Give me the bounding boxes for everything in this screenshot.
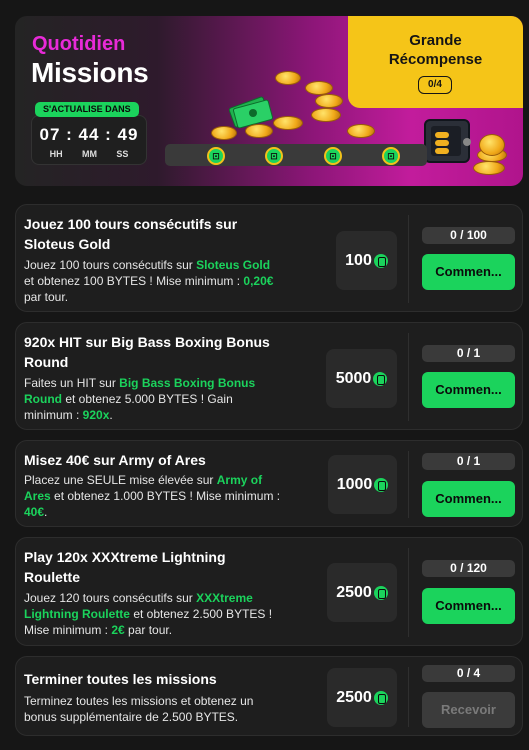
mission-title: Terminer toutes les missions	[24, 671, 217, 687]
coin-icon	[211, 126, 237, 140]
mission-description: Jouez 100 tours consécutifs sur Sloteus …	[24, 257, 282, 305]
coin-icon	[315, 94, 343, 108]
coin-icon	[305, 81, 333, 95]
mission-text: Placez une SEULE mise élevée sur	[24, 473, 217, 487]
mission-text: Terminez toutes les missions et obtenez …	[24, 694, 254, 724]
coin-icon	[479, 134, 505, 156]
mission-highlight: 0,20€	[243, 274, 274, 288]
mission-reward: 5000	[326, 349, 397, 408]
start-mission-button[interactable]: Commen...	[422, 481, 515, 517]
mission-card: Play 120x XXXtreme Lightning Roulette Jou…	[15, 537, 523, 646]
mission-reward: 100	[336, 231, 397, 290]
card-divider	[408, 548, 409, 637]
mission-text: Jouez 100 tours consécutifs sur	[24, 258, 197, 272]
countdown-units: HH MM SS	[32, 149, 146, 159]
mission-progress: 0 / 120	[422, 560, 515, 577]
bytes-coin-icon	[373, 371, 388, 386]
card-divider	[408, 451, 409, 518]
mission-text: et obtenez 1.000 BYTES ! Mise minimum :	[50, 489, 281, 503]
vault-icon	[424, 119, 471, 163]
mission-progress: 0 / 1	[422, 453, 515, 470]
mission-reward: 2500	[327, 563, 397, 622]
coin-icon	[311, 108, 341, 122]
mission-progress: 0 / 4	[422, 665, 515, 682]
grand-reward-progress: 0/4	[418, 76, 452, 94]
minutes-label: MM	[81, 149, 97, 159]
countdown-digits: 07 : 44 : 49	[39, 125, 139, 144]
reward-amount: 5000	[335, 369, 372, 387]
start-mission-button[interactable]: Commen...	[422, 254, 515, 290]
mission-card: Misez 40€ sur Army of Ares Placez une SEU…	[15, 440, 523, 527]
coin-icon	[473, 161, 505, 175]
mission-description: Placez une SEULE mise élevée sur Army of…	[24, 472, 282, 520]
mission-reward: 2500	[327, 668, 397, 727]
daily-missions-panel: Quotidien Missions S'ACTUALISE DANS 07 :…	[0, 0, 529, 750]
milestone-bytes-icon: ⊡	[207, 147, 225, 165]
mission-card: 920x HIT sur Big Bass Boxing Bonus Round…	[15, 322, 523, 430]
milestone-bytes-icon: ⊡	[265, 147, 283, 165]
mission-highlight: 920x	[82, 408, 110, 422]
mission-text: par tour.	[124, 623, 173, 637]
hours-label: HH	[49, 149, 63, 159]
banner-title-daily: Quotidien	[32, 33, 126, 55]
mission-description: Terminez toutes les missions et obtenez …	[24, 693, 282, 725]
countdown-timer: 07 : 44 : 49 HH MM SS	[31, 115, 147, 165]
mission-title: Jouez 100 tours consécutifs sur Sloteus …	[24, 216, 238, 252]
mission-text: Jouez 120 tours consécutifs sur	[24, 591, 197, 605]
mission-title: Play 120x XXXtreme Lightning Roulette	[24, 549, 226, 585]
reward-amount: 2500	[336, 688, 372, 706]
reward-amount: 100	[345, 251, 372, 269]
mission-highlight: Sloteus Gold	[196, 258, 271, 272]
mission-progress: 0 / 1	[422, 345, 515, 362]
milestone-bytes-icon: ⊡	[382, 147, 400, 165]
mission-text: et obtenez 100 BYTES ! Mise minimum :	[24, 274, 244, 288]
reward-amount: 2500	[336, 583, 372, 601]
coin-icon	[273, 116, 303, 130]
mission-progress: 0 / 100	[422, 227, 515, 244]
claim-reward-button[interactable]: Recevoir	[422, 692, 515, 728]
mission-description: Jouez 120 tours consécutifs sur XXXtreme…	[24, 590, 282, 638]
start-mission-button[interactable]: Commen...	[422, 588, 515, 624]
banner-title-missions: Missions	[31, 57, 149, 88]
seconds-label: SS	[116, 149, 129, 159]
milestone-bytes-icon: ⊡	[324, 147, 342, 165]
mission-text: Faites un HIT sur	[24, 376, 120, 390]
coin-icon	[245, 124, 273, 138]
bytes-coin-icon	[373, 690, 388, 705]
mission-text: par tour.	[24, 290, 69, 304]
mission-description: Faites un HIT sur Big Bass Boxing Bonus …	[24, 375, 282, 423]
start-mission-button[interactable]: Commen...	[422, 372, 515, 408]
mission-title: Misez 40€ sur Army of Ares	[24, 452, 206, 468]
coin-icon	[275, 71, 301, 85]
bytes-coin-icon	[373, 585, 388, 600]
mission-reward: 1000	[328, 455, 397, 514]
mission-card: Jouez 100 tours consécutifs sur Sloteus …	[15, 204, 523, 312]
refresh-label: S'ACTUALISE DANS	[35, 102, 139, 117]
mission-text: .	[109, 408, 113, 422]
grand-reward-panel: Grande Récompense 0/4	[348, 16, 523, 108]
mission-highlight: 40€	[24, 505, 45, 519]
mission-text: .	[44, 505, 48, 519]
bytes-coin-icon	[373, 253, 388, 268]
mission-title: 920x HIT sur Big Bass Boxing Bonus Round	[24, 334, 270, 370]
mission-highlight: 2€	[111, 623, 125, 637]
card-divider	[408, 333, 409, 421]
mission-card: Terminer toutes les missions Terminez tou…	[15, 656, 523, 736]
bytes-coin-icon	[374, 477, 389, 492]
coin-icon	[347, 124, 375, 138]
cash-stack-icon	[229, 96, 273, 128]
grand-reward-title: Grande Récompense	[388, 32, 483, 68]
reward-amount: 1000	[336, 475, 373, 493]
card-divider	[408, 667, 409, 727]
card-divider	[408, 215, 409, 303]
